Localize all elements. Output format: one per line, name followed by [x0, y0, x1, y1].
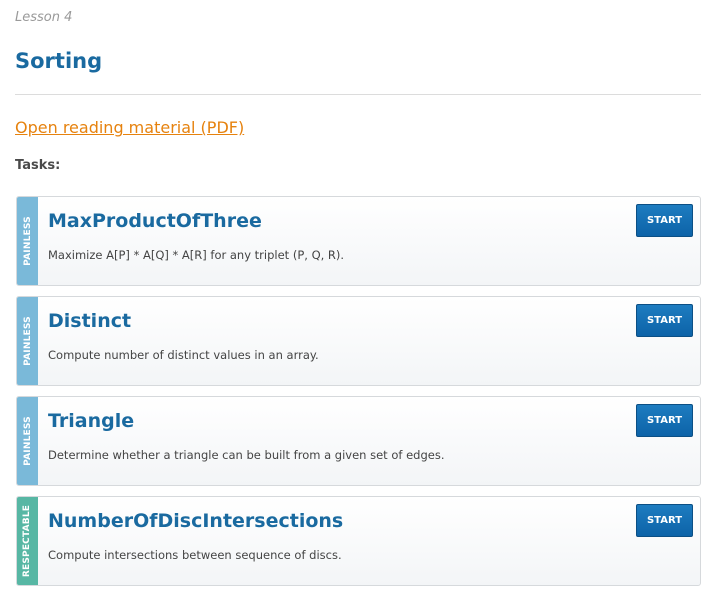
- difficulty-label: Painless: [22, 416, 33, 466]
- task-list: Painless MaxProductOfThree Maximize A[P]…: [16, 196, 701, 596]
- difficulty-label: Respectable: [22, 504, 33, 578]
- lesson-number: Lesson 4: [15, 10, 73, 25]
- task-card: Painless MaxProductOfThree Maximize A[P]…: [16, 196, 701, 286]
- difficulty-badge: Respectable: [17, 497, 38, 585]
- difficulty-badge: Painless: [17, 397, 38, 485]
- start-button[interactable]: START: [636, 204, 693, 237]
- divider: [15, 94, 701, 95]
- task-card: Respectable NumberOfDiscIntersections Co…: [16, 496, 701, 586]
- task-description: Determine whether a triangle can be buil…: [48, 448, 445, 462]
- difficulty-label: Painless: [22, 316, 33, 366]
- task-card: Painless Distinct Compute number of dist…: [16, 296, 701, 386]
- tasks-heading: Tasks:: [15, 158, 61, 173]
- lesson-page: Lesson 4 Sorting Open reading material (…: [0, 0, 713, 598]
- reading-material-link[interactable]: Open reading material (PDF): [15, 118, 244, 138]
- task-description: Maximize A[P] * A[Q] * A[R] for any trip…: [48, 248, 345, 262]
- task-description: Compute number of distinct values in an …: [48, 348, 319, 362]
- start-button[interactable]: START: [636, 504, 693, 537]
- task-card: Painless Triangle Determine whether a tr…: [16, 396, 701, 486]
- page-title: Sorting: [15, 49, 103, 73]
- task-title[interactable]: Triangle: [48, 409, 134, 433]
- start-button[interactable]: START: [636, 404, 693, 437]
- start-button[interactable]: START: [636, 304, 693, 337]
- difficulty-badge: Painless: [17, 297, 38, 385]
- task-title[interactable]: NumberOfDiscIntersections: [48, 509, 343, 533]
- difficulty-label: Painless: [22, 216, 33, 266]
- task-title[interactable]: MaxProductOfThree: [48, 209, 262, 233]
- difficulty-badge: Painless: [17, 197, 38, 285]
- task-description: Compute intersections between sequence o…: [48, 548, 342, 562]
- task-title[interactable]: Distinct: [48, 309, 131, 333]
